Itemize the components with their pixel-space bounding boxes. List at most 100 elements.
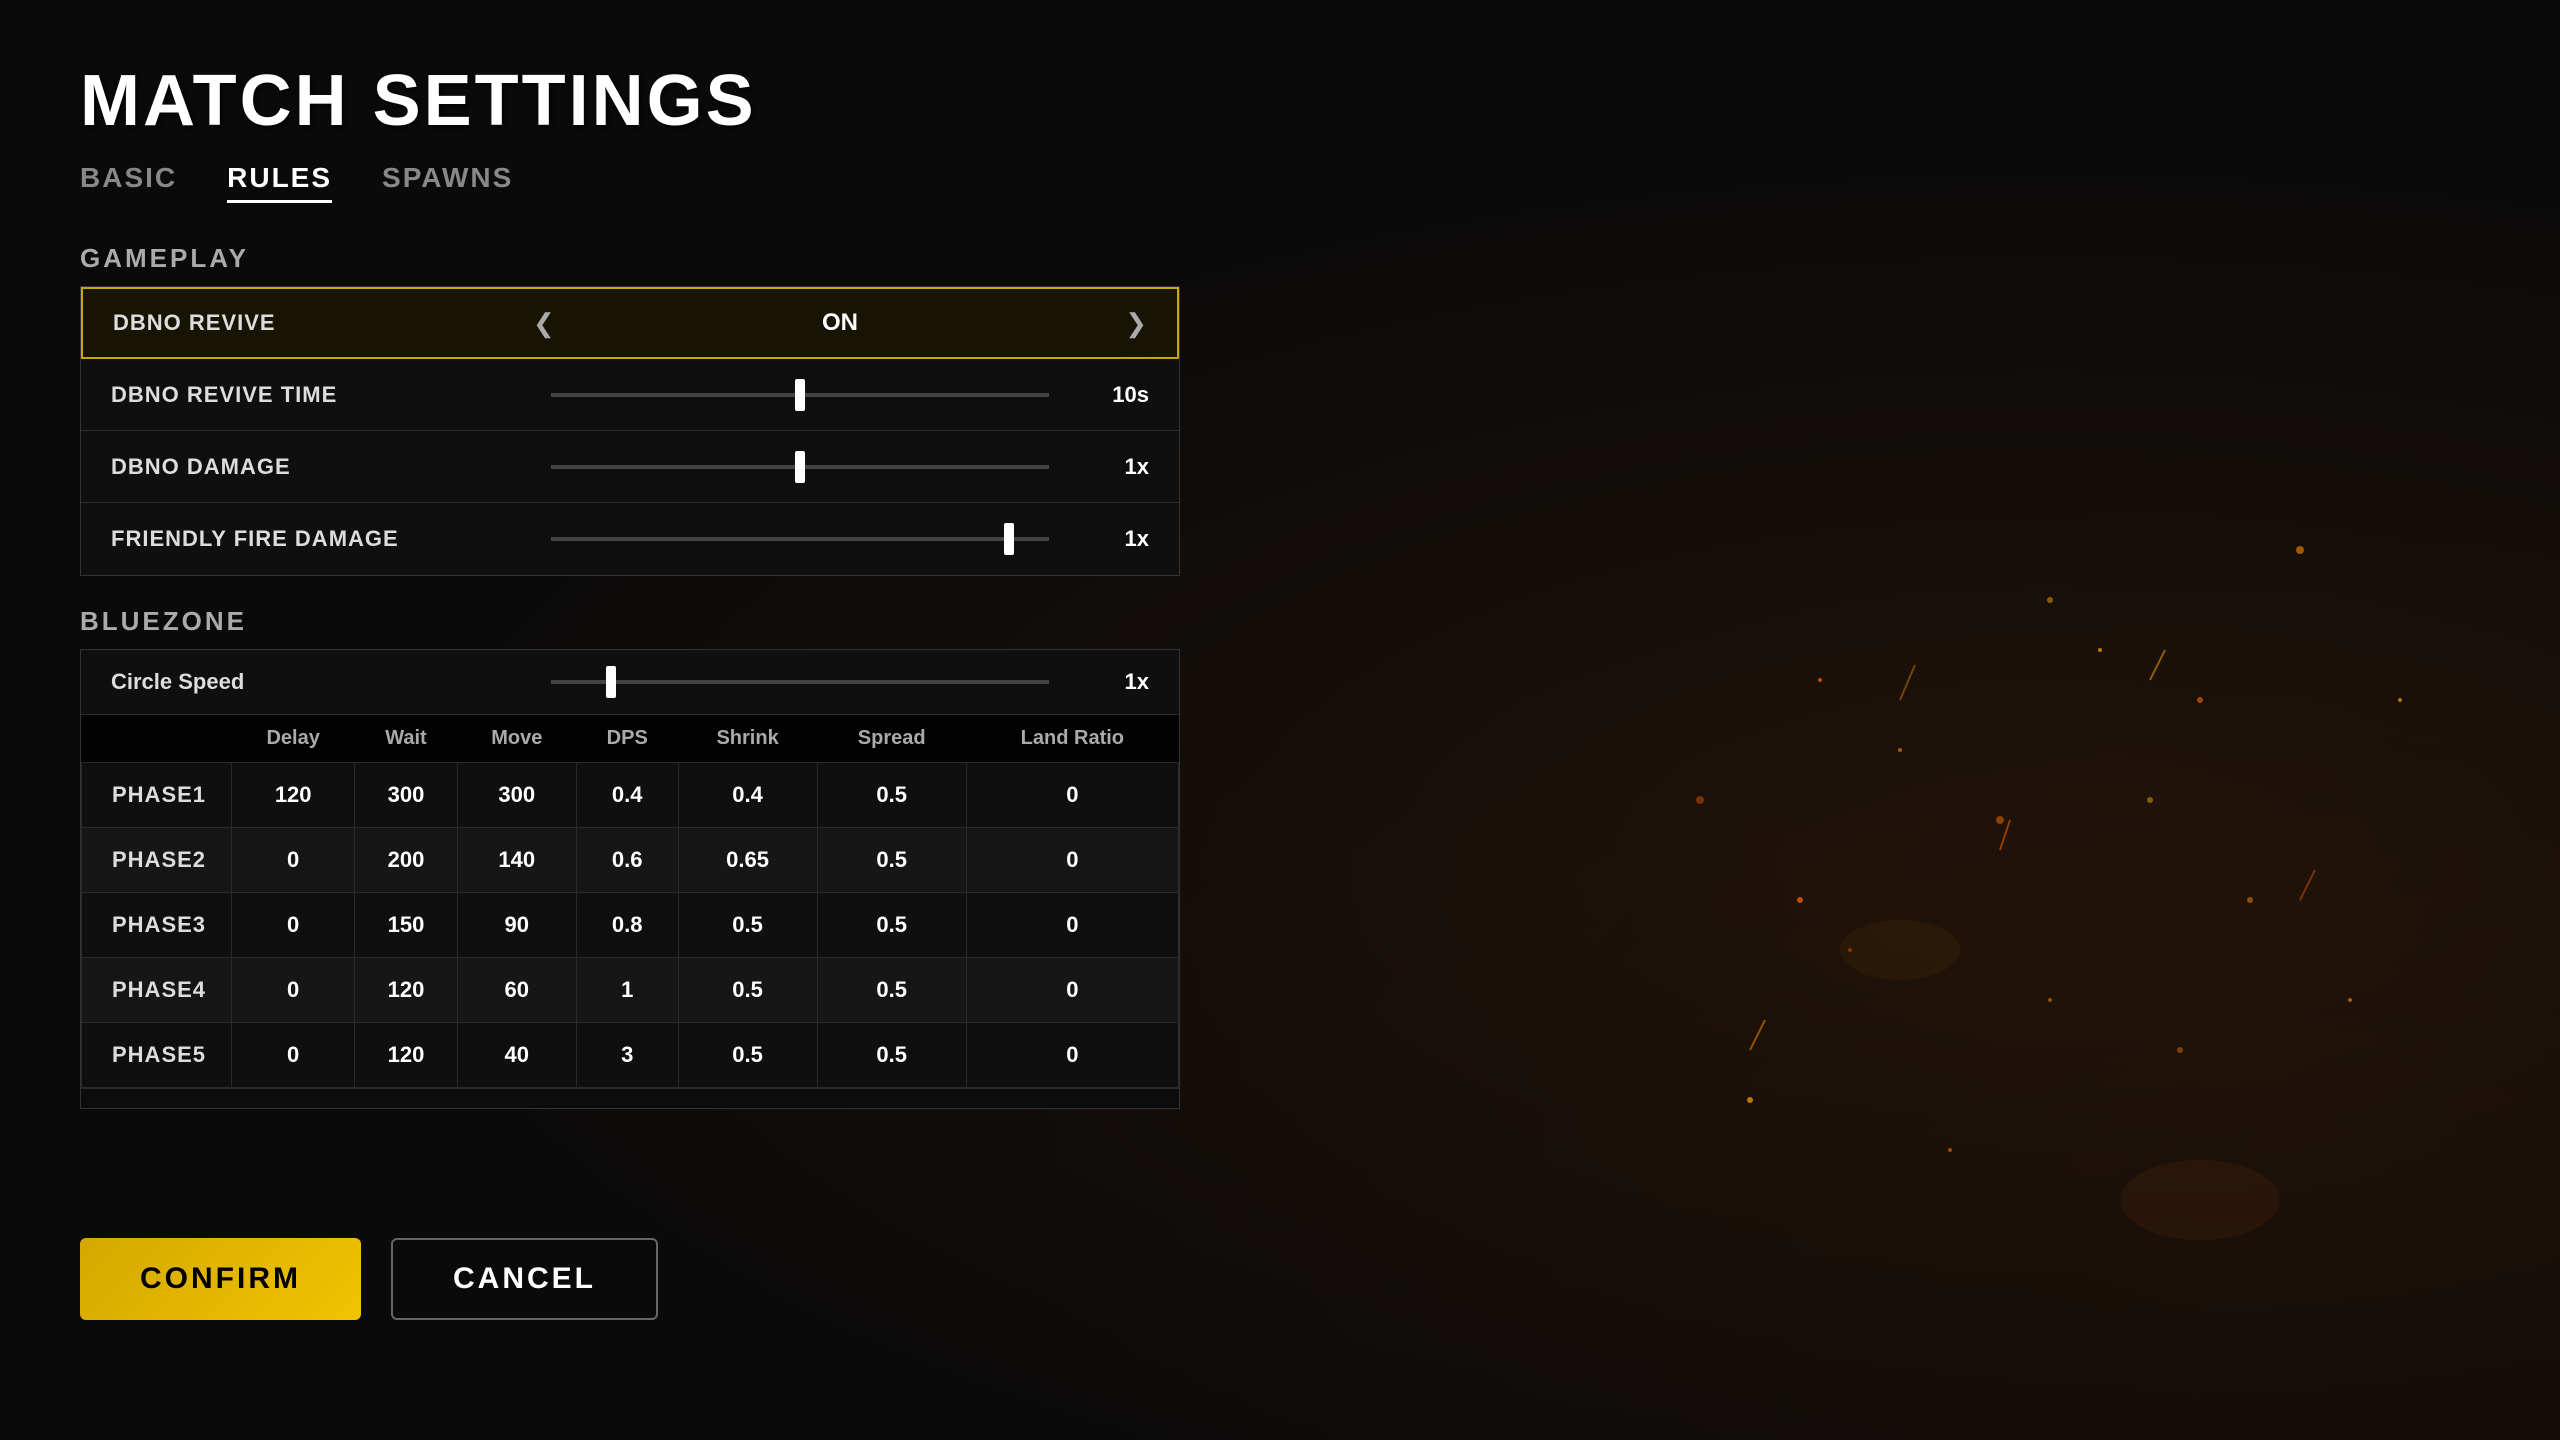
slider-thumb-revive-time[interactable] [795, 379, 805, 411]
phase-cell-3-5[interactable]: 0.5 [678, 958, 817, 1023]
toggle-right-arrow[interactable]: ❯ [1125, 308, 1147, 339]
slider-track-dbno-damage[interactable] [551, 465, 1049, 469]
settings-panel: GAMEPLAY DBNO REVIVE ❮ ON ❯ DBNO REVIVE … [80, 243, 1180, 1109]
circle-speed-value: 1x [1069, 669, 1149, 695]
phase-name-3[interactable]: PHASE4 [82, 958, 232, 1023]
col-header-move: Move [457, 715, 576, 763]
phase-cell-4-2[interactable]: 120 [355, 1023, 457, 1088]
phase-cell-1-7[interactable]: 0 [966, 828, 1178, 893]
slider-control-circle-speed [531, 680, 1069, 684]
phase-cell-1-3[interactable]: 140 [457, 828, 576, 893]
phase-name-0[interactable]: PHASE1 [82, 763, 232, 828]
cancel-button[interactable]: CANCEL [391, 1238, 658, 1320]
phase-cell-1-6[interactable]: 0.5 [817, 828, 966, 893]
slider-control-dbno-damage [531, 465, 1069, 469]
toggle-left-arrow[interactable]: ❮ [533, 308, 555, 339]
table-header-row: Delay Wait Move DPS Shrink Spread Land R… [82, 715, 1179, 763]
col-header-phase [82, 715, 232, 763]
phase-cell-4-6[interactable]: 0.5 [817, 1023, 966, 1088]
phase-cell-1-4[interactable]: 0.6 [576, 828, 678, 893]
gameplay-settings: DBNO REVIVE ❮ ON ❯ DBNO REVIVE TIME 10s [80, 286, 1180, 576]
table-row: PHASE401206010.50.50 [82, 958, 1179, 1023]
phase-cell-3-1[interactable]: 0 [232, 958, 355, 1023]
bluezone-settings: Circle Speed 1x Delay Wait Move DPS [80, 649, 1180, 1109]
toggle-value-dbno-revive: ON [822, 309, 858, 337]
phase-cell-2-3[interactable]: 90 [457, 893, 576, 958]
phase-cell-0-2[interactable]: 300 [355, 763, 457, 828]
col-header-shrink: Shrink [678, 715, 817, 763]
phase-cell-1-1[interactable]: 0 [232, 828, 355, 893]
phase-cell-4-5[interactable]: 0.5 [678, 1023, 817, 1088]
tab-bar: BASIC RULES SPAWNS [80, 162, 1020, 203]
slider-thumb-circle-speed[interactable] [606, 666, 616, 698]
phase-cell-2-6[interactable]: 0.5 [817, 893, 966, 958]
phase-cell-2-5[interactable]: 0.5 [678, 893, 817, 958]
phase-cell-0-3[interactable]: 300 [457, 763, 576, 828]
setting-name-dbno-revive: DBNO REVIVE [113, 310, 533, 336]
table-row: PHASE11203003000.40.40.50 [82, 763, 1179, 828]
phase-name-2[interactable]: PHASE3 [82, 893, 232, 958]
slider-control-revive-time [531, 393, 1069, 397]
slider-thumb-dbno-damage[interactable] [795, 451, 805, 483]
setting-dbno-revive: DBNO REVIVE ❮ ON ❯ [81, 287, 1179, 359]
phase-cell-2-1[interactable]: 0 [232, 893, 355, 958]
phase-cell-2-2[interactable]: 150 [355, 893, 457, 958]
table-row: PHASE30150900.80.50.50 [82, 893, 1179, 958]
setting-dbno-damage: DBNO DAMAGE 1x [81, 431, 1179, 503]
phase-cell-3-4[interactable]: 1 [576, 958, 678, 1023]
setting-value-friendly-fire: 1x [1069, 526, 1149, 552]
phase-cell-4-1[interactable]: 0 [232, 1023, 355, 1088]
phase-cell-3-6[interactable]: 0.5 [817, 958, 966, 1023]
phase-cell-0-5[interactable]: 0.4 [678, 763, 817, 828]
gameplay-header: GAMEPLAY [80, 243, 1180, 274]
phase-cell-0-6[interactable]: 0.5 [817, 763, 966, 828]
table-row: PHASE202001400.60.650.50 [82, 828, 1179, 893]
action-buttons: CONFIRM CANCEL [80, 1238, 658, 1320]
setting-value-dbno-damage: 1x [1069, 454, 1149, 480]
phase-name-4[interactable]: PHASE5 [82, 1023, 232, 1088]
phase-cell-3-7[interactable]: 0 [966, 958, 1178, 1023]
setting-name-dbno-damage: DBNO DAMAGE [111, 454, 531, 480]
toggle-control: ❮ ON ❯ [533, 308, 1147, 339]
tab-spawns[interactable]: SPAWNS [382, 162, 513, 203]
col-header-wait: Wait [355, 715, 457, 763]
phase-cell-1-5[interactable]: 0.65 [678, 828, 817, 893]
slider-track-revive-time[interactable] [551, 393, 1049, 397]
phase-name-1[interactable]: PHASE2 [82, 828, 232, 893]
phase-cell-4-7[interactable]: 0 [966, 1023, 1178, 1088]
main-content: MATCH SETTINGS BASIC RULES SPAWNS GAMEPL… [0, 0, 1100, 1169]
phase-cell-0-7[interactable]: 0 [966, 763, 1178, 828]
partial-row [81, 1088, 1179, 1108]
slider-track-friendly-fire[interactable] [551, 537, 1049, 541]
phase-cell-0-4[interactable]: 0.4 [576, 763, 678, 828]
tab-basic[interactable]: BASIC [80, 162, 177, 203]
setting-circle-speed: Circle Speed 1x [81, 650, 1179, 715]
col-header-land-ratio: Land Ratio [966, 715, 1178, 763]
col-header-dps: DPS [576, 715, 678, 763]
phase-cell-2-7[interactable]: 0 [966, 893, 1178, 958]
setting-friendly-fire: FRIENDLY FIRE DAMAGE 1x [81, 503, 1179, 575]
setting-name-dbno-revive-time: DBNO REVIVE TIME [111, 382, 531, 408]
circle-speed-label: Circle Speed [111, 669, 531, 695]
bluezone-header: BLUEZONE [80, 606, 1180, 637]
phase-cell-1-2[interactable]: 200 [355, 828, 457, 893]
table-row: PHASE501204030.50.50 [82, 1023, 1179, 1088]
setting-value-dbno-revive-time: 10s [1069, 382, 1149, 408]
slider-thumb-friendly-fire[interactable] [1004, 523, 1014, 555]
phase-cell-2-4[interactable]: 0.8 [576, 893, 678, 958]
slider-track-circle-speed[interactable] [551, 680, 1049, 684]
slider-control-friendly-fire [531, 537, 1069, 541]
phase-cell-3-2[interactable]: 120 [355, 958, 457, 1023]
phase-cell-3-3[interactable]: 60 [457, 958, 576, 1023]
col-header-delay: Delay [232, 715, 355, 763]
tab-rules[interactable]: RULES [227, 162, 332, 203]
col-header-spread: Spread [817, 715, 966, 763]
setting-name-friendly-fire: FRIENDLY FIRE DAMAGE [111, 526, 531, 552]
phase-cell-0-1[interactable]: 120 [232, 763, 355, 828]
setting-dbno-revive-time: DBNO REVIVE TIME 10s [81, 359, 1179, 431]
page-title: MATCH SETTINGS [80, 60, 1020, 142]
phase-cell-4-3[interactable]: 40 [457, 1023, 576, 1088]
confirm-button[interactable]: CONFIRM [80, 1238, 361, 1320]
phase-table: Delay Wait Move DPS Shrink Spread Land R… [81, 715, 1179, 1088]
phase-cell-4-4[interactable]: 3 [576, 1023, 678, 1088]
